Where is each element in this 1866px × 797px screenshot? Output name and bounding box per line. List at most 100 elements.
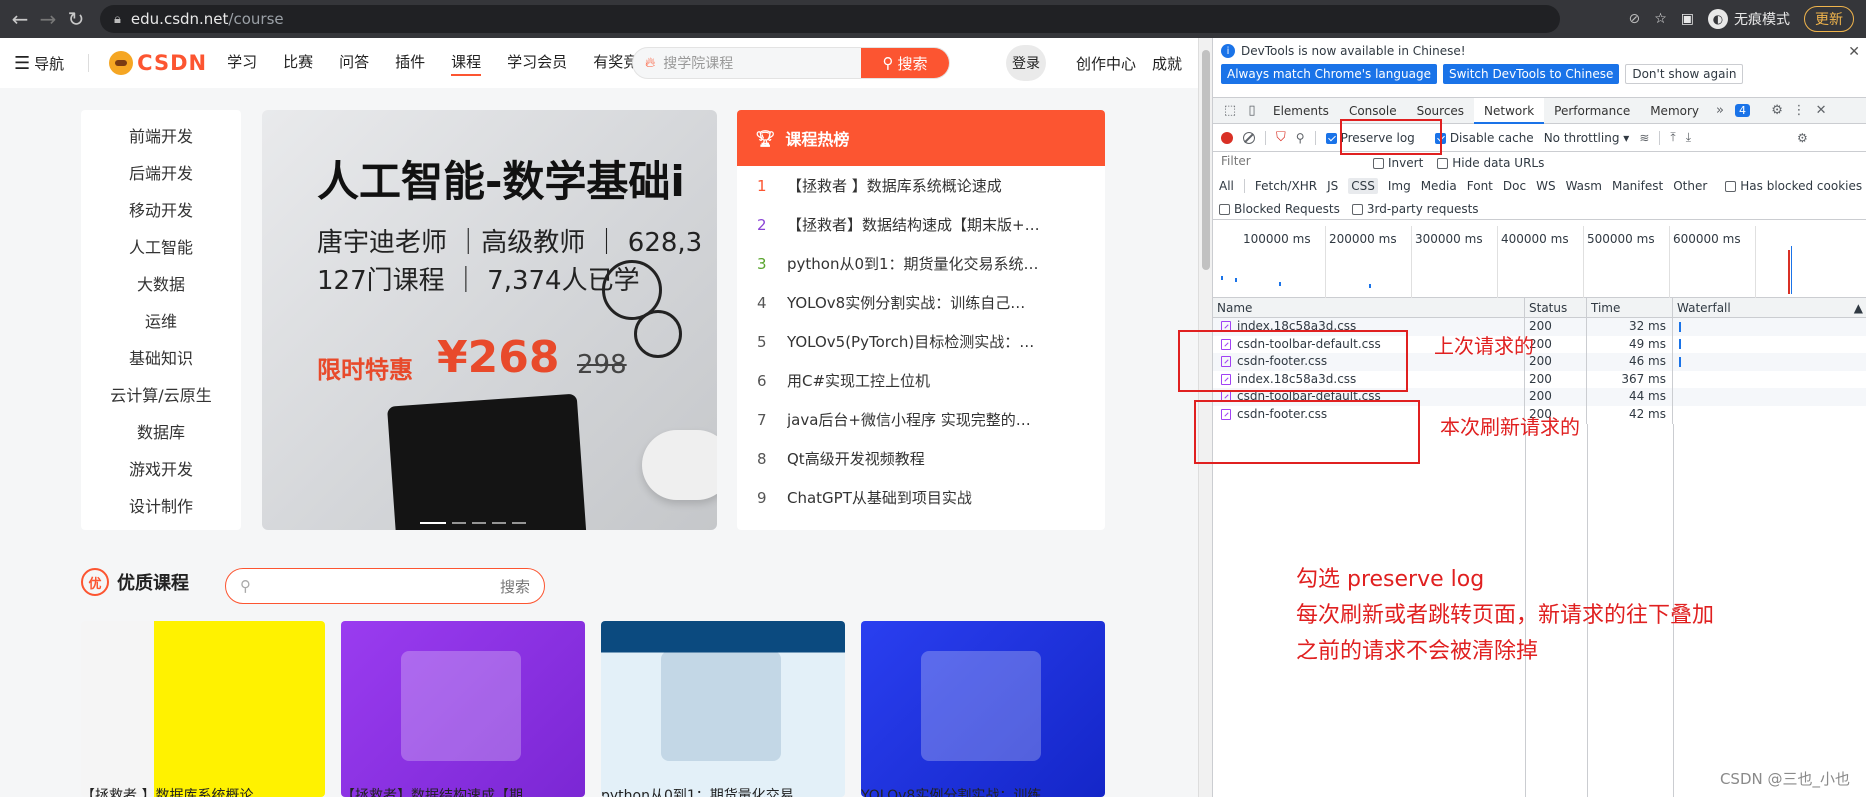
nav-menu-label[interactable]: 导航 bbox=[34, 53, 64, 74]
address-bar[interactable]: 🔒︎ edu.csdn.net/course bbox=[100, 5, 1560, 33]
filter-input[interactable]: Filter bbox=[1219, 154, 1359, 172]
clear-icon[interactable] bbox=[1243, 131, 1255, 144]
third-party-checkbox[interactable]: 3rd-party requests bbox=[1351, 202, 1479, 216]
filter-icon[interactable]: ⛉ bbox=[1276, 130, 1286, 145]
gear-icon[interactable]: ⚙ bbox=[1797, 131, 1808, 145]
carousel-dot[interactable] bbox=[420, 522, 446, 524]
gear-icon[interactable]: ⚙ bbox=[1766, 103, 1788, 118]
more-tabs-icon[interactable]: » bbox=[1709, 103, 1731, 118]
type-filter-doc[interactable]: Doc bbox=[1503, 179, 1526, 193]
column-waterfall[interactable]: Waterfall ▲ bbox=[1673, 298, 1866, 317]
category-item[interactable]: 基础知识 bbox=[81, 340, 241, 377]
match-language-button[interactable]: Always match Chrome's language bbox=[1221, 64, 1437, 84]
category-item[interactable]: 大数据 bbox=[81, 266, 241, 303]
category-item[interactable]: 后端开发 bbox=[81, 155, 241, 192]
hot-course-item[interactable]: 2 【拯救者】数据结构速成【期末版+… bbox=[737, 205, 1105, 244]
course-card[interactable]: 【拯救者】数据结构速成【期 bbox=[341, 621, 585, 797]
inspect-icon[interactable]: ⬚ bbox=[1219, 103, 1241, 118]
sidepanel-icon[interactable]: ▣ bbox=[1681, 11, 1694, 27]
type-filter-other[interactable]: Other bbox=[1673, 179, 1707, 193]
csdn-logo[interactable]: CSDN bbox=[109, 51, 207, 75]
type-filter-img[interactable]: Img bbox=[1388, 179, 1411, 193]
category-item[interactable]: 前端开发 bbox=[81, 118, 241, 155]
type-filter-font[interactable]: Font bbox=[1467, 179, 1493, 193]
course-card[interactable]: 【拯救者 】数据库系统概论 bbox=[81, 621, 325, 797]
scrollbar-thumb[interactable] bbox=[1202, 50, 1210, 270]
category-item[interactable]: 设计制作 bbox=[81, 488, 241, 525]
tab-performance[interactable]: Performance bbox=[1544, 98, 1640, 124]
update-button[interactable]: 更新 bbox=[1804, 6, 1854, 32]
nav-link-member[interactable]: 学习会员 bbox=[507, 51, 567, 76]
type-filter-all[interactable]: All bbox=[1219, 179, 1234, 193]
category-item[interactable]: 人工智能 bbox=[81, 229, 241, 266]
throttling-select[interactable]: No throttling ▾ bbox=[1544, 131, 1630, 145]
hot-course-item[interactable]: 9 ChatGPT从基础到项目实战 bbox=[737, 478, 1105, 517]
column-name[interactable]: Name bbox=[1213, 298, 1525, 317]
course-banner[interactable]: 人工智能-数学基础і 唐宇迪老师 ｜高级教师 ｜ 628,3 127门课程 ｜ … bbox=[262, 110, 717, 530]
dont-show-button[interactable]: Don't show again bbox=[1625, 64, 1744, 84]
star-icon[interactable]: ☆ bbox=[1654, 11, 1667, 27]
search-input[interactable]: 搜学院课程 bbox=[663, 53, 861, 73]
hot-course-item[interactable]: 4 YOLOv8实例分割实战：训练自己… bbox=[737, 283, 1105, 322]
category-item[interactable]: 云计算/云原生 bbox=[81, 377, 241, 414]
type-filter-js[interactable]: JS bbox=[1327, 179, 1338, 193]
nav-link-contest[interactable]: 比赛 bbox=[283, 51, 313, 76]
category-item[interactable]: 数据库 bbox=[81, 414, 241, 451]
carousel-dot[interactable] bbox=[492, 522, 506, 524]
export-har-icon[interactable]: ⤓ bbox=[1686, 130, 1691, 145]
nav-link-qa[interactable]: 问答 bbox=[339, 51, 369, 76]
hot-course-item[interactable]: 5 YOLOv5(PyTorch)目标检测实战：… bbox=[737, 322, 1105, 361]
type-filter-wasm[interactable]: Wasm bbox=[1566, 179, 1602, 193]
search-button[interactable]: ⚲ 搜索 bbox=[861, 48, 949, 78]
type-filter-ws[interactable]: WS bbox=[1536, 179, 1555, 193]
column-time[interactable]: Time bbox=[1587, 298, 1673, 317]
type-filter-manifest[interactable]: Manifest bbox=[1612, 179, 1663, 193]
search-icon[interactable]: ⚲ bbox=[1296, 131, 1305, 145]
hot-course-item[interactable]: 1 【拯救者 】数据库系统概论速成 bbox=[737, 166, 1105, 205]
carousel-dot[interactable] bbox=[452, 522, 466, 524]
type-filter-media[interactable]: Media bbox=[1421, 179, 1457, 193]
tab-network[interactable]: Network bbox=[1474, 97, 1545, 124]
kebab-menu-icon[interactable]: ⋮ bbox=[1788, 103, 1810, 118]
nav-link-plugin[interactable]: 插件 bbox=[395, 51, 425, 76]
quality-search-input[interactable]: ⚲ 搜索 bbox=[225, 568, 545, 604]
incognito-indicator[interactable]: ◐ 无痕模式 bbox=[1708, 9, 1790, 29]
creator-center-link[interactable]: 创作中心 bbox=[1076, 53, 1136, 74]
nav-link-study[interactable]: 学习 bbox=[227, 51, 257, 76]
quality-search-button[interactable]: 搜索 bbox=[500, 576, 530, 597]
hide-data-urls-checkbox[interactable]: Hide data URLs bbox=[1437, 156, 1544, 170]
invert-checkbox[interactable]: Invert bbox=[1373, 156, 1423, 170]
column-status[interactable]: Status bbox=[1525, 298, 1587, 317]
course-card[interactable]: python从0到1：期货量化交易 bbox=[601, 621, 845, 797]
tab-memory[interactable]: Memory bbox=[1640, 98, 1709, 124]
achievement-link[interactable]: 成就 bbox=[1152, 53, 1182, 74]
switch-chinese-button[interactable]: Switch DevTools to Chinese bbox=[1442, 64, 1620, 84]
device-toggle-icon[interactable]: ▯ bbox=[1241, 103, 1263, 118]
tab-elements[interactable]: Elements bbox=[1263, 98, 1339, 124]
category-item[interactable]: 游戏开发 bbox=[81, 451, 241, 488]
blocked-requests-checkbox[interactable]: Blocked Requests bbox=[1219, 202, 1340, 216]
record-icon[interactable] bbox=[1221, 131, 1233, 144]
login-button[interactable]: 登录 bbox=[1006, 45, 1046, 81]
carousel-dot[interactable] bbox=[472, 522, 486, 524]
type-filter-css[interactable]: CSS bbox=[1348, 178, 1378, 194]
has-blocked-cookies-checkbox[interactable]: Has blocked cookies bbox=[1725, 179, 1862, 193]
back-icon[interactable]: ← bbox=[6, 5, 34, 33]
hot-course-item[interactable]: 3 python从0到1：期货量化交易系统… bbox=[737, 244, 1105, 283]
category-item[interactable]: 移动开发 bbox=[81, 192, 241, 229]
network-overview[interactable]: 100000 ms 200000 ms 300000 ms 400000 ms 5000… bbox=[1213, 226, 1866, 298]
close-icon[interactable]: ✕ bbox=[1848, 44, 1860, 60]
hot-course-item[interactable]: 7 java后台+微信小程序 实现完整的… bbox=[737, 400, 1105, 439]
hot-course-item[interactable]: 8 Qt高级开发视频教程 bbox=[737, 439, 1105, 478]
forward-icon[interactable]: → bbox=[34, 5, 62, 33]
carousel-dot[interactable] bbox=[512, 522, 526, 524]
hot-course-item[interactable]: 6 用C#实现工控上位机 bbox=[737, 361, 1105, 400]
eye-off-icon[interactable]: ⊘ bbox=[1628, 11, 1640, 27]
type-filter-fetchxhr[interactable]: Fetch/XHR bbox=[1255, 179, 1317, 193]
nav-link-course[interactable]: 课程 bbox=[451, 51, 482, 76]
category-item[interactable]: 运维 bbox=[81, 303, 241, 340]
close-icon[interactable]: ✕ bbox=[1810, 103, 1832, 118]
import-har-icon[interactable]: ⤒ bbox=[1670, 130, 1675, 145]
menu-icon[interactable]: ☰ bbox=[14, 53, 30, 74]
course-card[interactable]: YOLOv8实例分割实战：训练 bbox=[861, 621, 1105, 797]
